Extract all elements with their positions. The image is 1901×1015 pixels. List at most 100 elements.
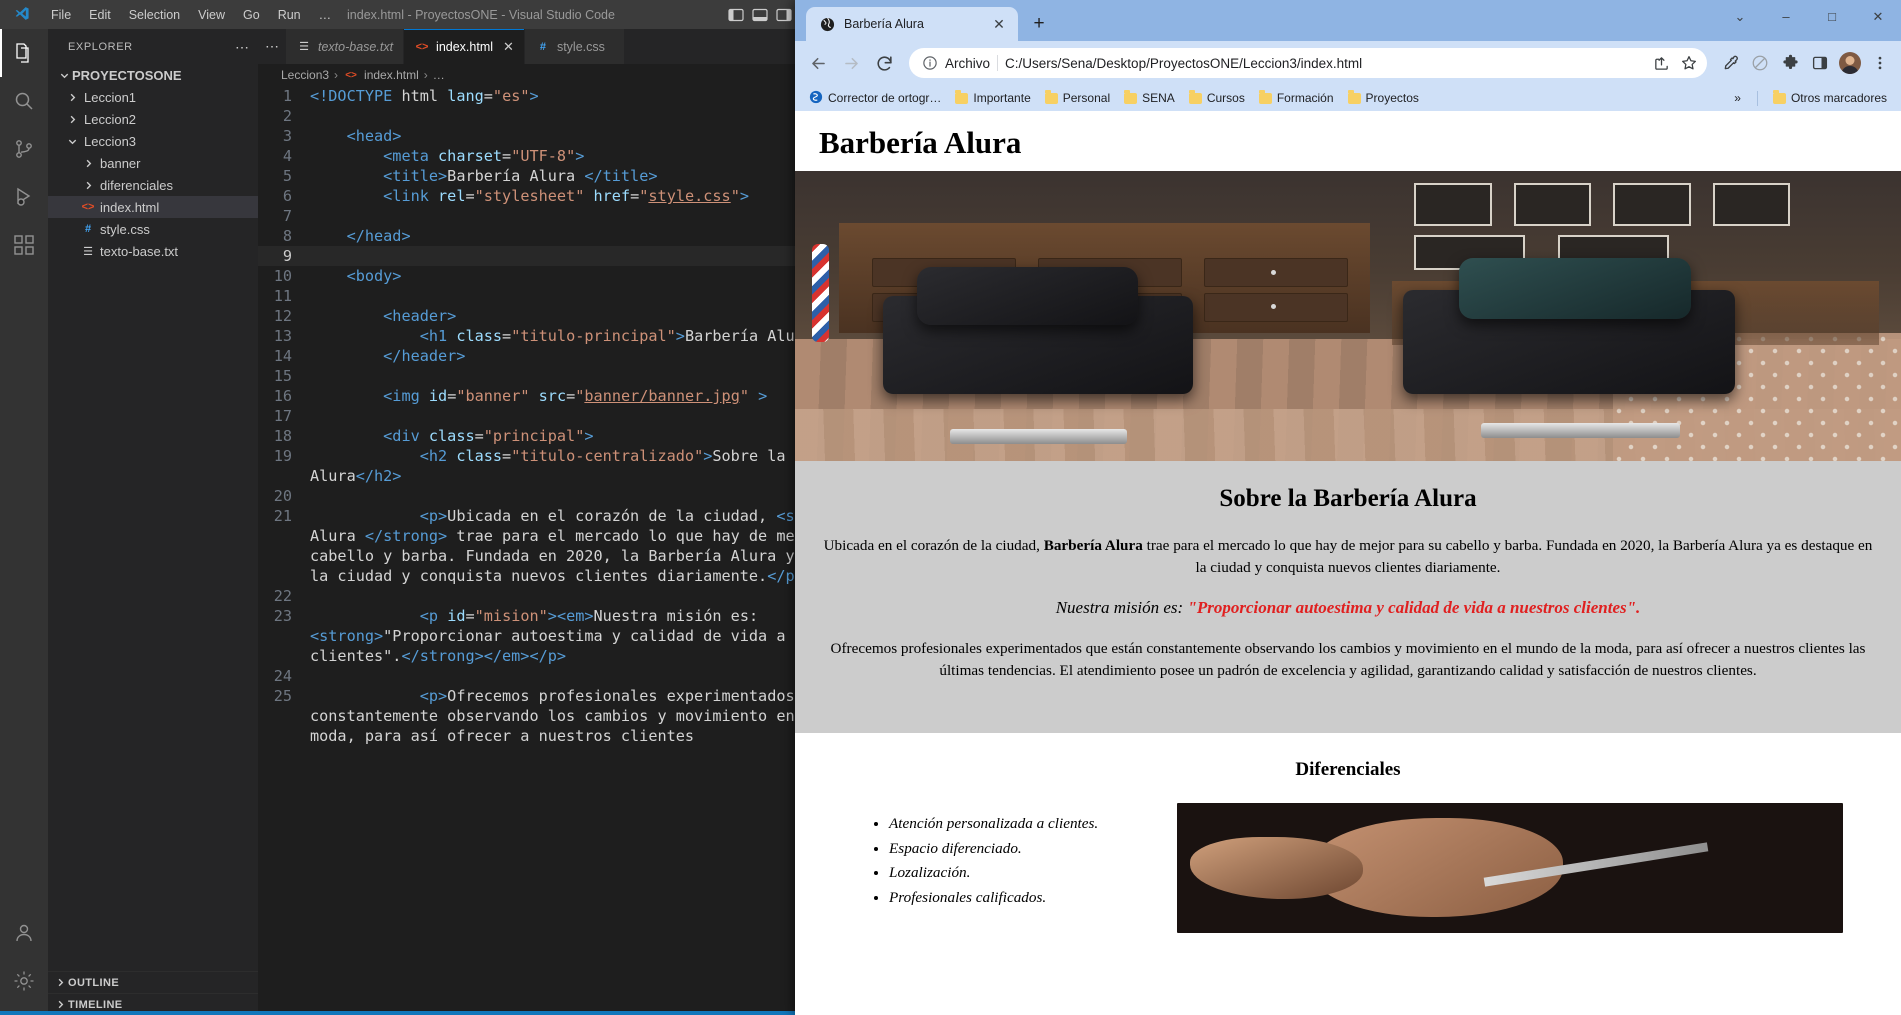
browser-minimize-button[interactable]: – <box>1763 0 1809 33</box>
close-icon[interactable]: ✕ <box>990 16 1008 33</box>
code-token: <head> <box>346 127 402 145</box>
explorer-more-actions-icon[interactable]: ⋯ <box>235 40 249 54</box>
breadcrumb-item-symbol[interactable]: … <box>433 68 445 82</box>
menu-selection[interactable]: Selection <box>120 5 189 25</box>
code-token: Ubicada en el corazón de la ciudad, <box>447 507 777 525</box>
code-token: "mision" <box>474 607 548 625</box>
sidebar-item-label: banner <box>100 155 141 171</box>
side-panel-icon[interactable] <box>1807 50 1833 76</box>
tab-style-css[interactable]: # style.css <box>524 29 625 64</box>
line-number: 22 <box>273 587 292 605</box>
code-token: = <box>465 187 475 205</box>
breadcrumb-item-file[interactable]: index.html <box>364 68 419 82</box>
browser-toolbar-icons <box>1717 50 1893 76</box>
line-number: 24 <box>273 667 292 685</box>
forward-icon[interactable] <box>836 48 866 78</box>
browser-tab-search-chevron-icon[interactable]: ⌄ <box>1717 0 1763 33</box>
html-file-icon: <> <box>415 40 429 53</box>
bookmark-otros-marcadores[interactable]: Otros marcadores <box>1767 89 1893 107</box>
line-number: 4 <box>282 147 292 165</box>
code-token: </header> <box>383 347 466 365</box>
chevron-down-icon <box>64 136 80 147</box>
sidebar-item-diferenciales[interactable]: diferenciales <box>48 174 258 196</box>
text-file-icon: ☰ <box>83 245 93 258</box>
reload-icon[interactable] <box>869 48 899 78</box>
code-token: <strong> <box>310 627 384 645</box>
folder-icon <box>1347 90 1361 104</box>
extensions-icon[interactable] <box>0 221 48 269</box>
sidebar-item-style-css[interactable]: # style.css <box>48 218 258 240</box>
sidebar-item-label: Leccion3 <box>84 133 137 149</box>
tabs-overflow-icon[interactable]: ⋯ <box>258 29 286 64</box>
menu-go[interactable]: Go <box>234 5 269 25</box>
toggle-panel-icon[interactable] <box>750 5 770 25</box>
no-entry-icon[interactable] <box>1747 50 1773 76</box>
page-section-principal: Sobre la Barbería Alura Ubicada en el co… <box>795 461 1901 733</box>
sidebar-item-banner[interactable]: banner <box>48 152 258 174</box>
browser-maximize-button[interactable]: □ <box>1809 0 1855 33</box>
sidebar-item-leccion2[interactable]: Leccion2 <box>48 108 258 130</box>
vscode-menubar[interactable]: File Edit Selection View Go Run … <box>42 5 340 25</box>
menu-run[interactable]: Run <box>269 5 310 25</box>
chevron-right-icon <box>52 999 68 1010</box>
profile-avatar[interactable] <box>1837 50 1863 76</box>
run-and-debug-icon[interactable] <box>0 173 48 221</box>
new-tab-button[interactable]: + <box>1024 9 1054 39</box>
menu-edit[interactable]: Edit <box>80 5 120 25</box>
toggle-secondary-sidebar-icon[interactable] <box>774 5 794 25</box>
tab-texto-base-txt[interactable]: ☰ texto-base.txt <box>286 29 405 64</box>
bookmark-proyectos[interactable]: Proyectos <box>1342 89 1425 107</box>
bookmark-importante[interactable]: Importante <box>949 89 1036 107</box>
menu-more[interactable]: … <box>310 5 341 25</box>
star-icon[interactable] <box>1677 51 1701 75</box>
line-number: 16 <box>273 387 292 405</box>
outline-panel-header[interactable]: OUTLINE <box>48 971 258 993</box>
bookmark-formacion[interactable]: Formación <box>1253 89 1340 107</box>
code-token: <img <box>383 387 420 405</box>
sidebar-item-leccion1[interactable]: Leccion1 <box>48 86 258 108</box>
accounts-icon[interactable] <box>0 909 48 957</box>
tab-index-html[interactable]: <> index.html ✕ <box>404 29 525 64</box>
explorer-icon[interactable] <box>0 29 48 77</box>
menu-file[interactable]: File <box>42 5 80 25</box>
sidebar-item-index-html[interactable]: <> index.html <box>48 196 258 218</box>
bookmarks-overflow-group: » Otros marcadores <box>1727 89 1893 107</box>
menu-view[interactable]: View <box>189 5 234 25</box>
more-menu-icon[interactable] <box>1867 50 1893 76</box>
toggle-primary-sidebar-icon[interactable] <box>726 5 746 25</box>
info-circle-icon[interactable] <box>921 55 938 72</box>
tab-close-icon[interactable]: ✕ <box>503 39 514 55</box>
bookmark-corrector-ortografia[interactable]: Corrector de ortogr… <box>803 88 947 109</box>
browser-tab-barberia-alura[interactable]: Barbería Alura ✕ <box>806 7 1018 41</box>
sidebar-item-texto-base-txt[interactable]: ☰ texto-base.txt <box>48 240 258 262</box>
back-icon[interactable] <box>803 48 833 78</box>
settings-gear-icon[interactable] <box>0 957 48 1005</box>
barber-pole-icon <box>811 243 830 343</box>
browser-close-button[interactable]: ✕ <box>1855 0 1901 33</box>
line-number: 12 <box>273 307 292 325</box>
source-control-icon[interactable] <box>0 125 48 173</box>
bookmark-sena[interactable]: SENA <box>1118 89 1181 107</box>
extensions-puzzle-icon[interactable] <box>1777 50 1803 76</box>
diferenciales-title: Diferenciales <box>1295 758 1401 780</box>
globe-icon <box>819 16 835 32</box>
sidebar-item-leccion3[interactable]: Leccion3 <box>48 130 258 152</box>
breadcrumb-item-folder[interactable]: Leccion3 <box>281 68 329 82</box>
share-icon[interactable] <box>1649 51 1673 75</box>
bookmarks-overflow-icon[interactable]: » <box>1727 91 1748 105</box>
bookmark-cursos[interactable]: Cursos <box>1183 89 1251 107</box>
line-number: 8 <box>282 227 292 245</box>
address-divider <box>997 55 999 71</box>
address-bar[interactable]: Archivo C:/Users/Sena/Desktop/ProyectosO… <box>909 48 1707 78</box>
tab-label: texto-base.txt <box>318 39 394 54</box>
address-url-text[interactable]: C:/Users/Sena/Desktop/ProyectosONE/Lecci… <box>1005 56 1642 71</box>
code-token: </em> <box>483 647 530 665</box>
chevron-right-icon <box>52 977 68 988</box>
search-icon[interactable] <box>0 77 48 125</box>
bookmark-personal[interactable]: Personal <box>1039 89 1116 107</box>
explorer-root-folder[interactable]: PROYECTOSONE <box>48 64 258 86</box>
list-item: Atención personalizada a clientes. <box>889 813 1153 836</box>
eyedropper-icon[interactable] <box>1717 50 1743 76</box>
